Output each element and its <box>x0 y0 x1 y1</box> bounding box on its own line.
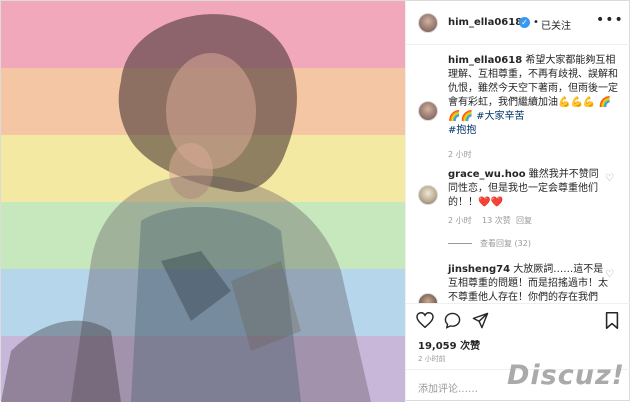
add-comment-placeholder: 添加评论…… <box>418 384 478 395</box>
view-replies-button[interactable]: 查看回复 (32) <box>448 238 531 249</box>
hashtag-link[interactable]: #大家辛苦 <box>476 111 524 122</box>
comment-like-icon[interactable]: ♡ <box>605 173 614 184</box>
header-username[interactable]: him_ella0618 <box>448 17 522 28</box>
view-replies-label: 查看回复 (32) <box>480 239 531 248</box>
view-replies-line <box>448 243 472 244</box>
more-options-icon[interactable]: ••• <box>596 12 624 28</box>
like-heart-icon[interactable] <box>416 312 434 328</box>
post-header: him_ella0618 ✓ • 已关注 ••• <box>406 1 630 45</box>
bookmark-icon[interactable] <box>605 312 619 329</box>
comment-bubble-icon[interactable] <box>444 312 461 329</box>
avatar[interactable] <box>418 13 438 33</box>
comment-avatar[interactable] <box>418 293 438 303</box>
caption-text: him_ella0618 希望大家都能夠互相理解、互相尊重，不再有歧視、誤解和仇… <box>448 54 618 138</box>
like-count[interactable]: 19,059 次赞 <box>418 337 480 352</box>
post-photo[interactable] <box>1 1 405 402</box>
comment-likes[interactable]: 13 次赞 <box>482 215 511 226</box>
comment-username[interactable]: jinsheng74 <box>448 264 510 275</box>
verified-badge-icon: ✓ <box>519 17 530 28</box>
comment-reply-button[interactable]: 回复 <box>516 215 532 226</box>
comment-text: grace_wu.hoo 雖然我并不赞同同性恋，但是我也一定会尊重他们的！！❤️… <box>448 168 608 210</box>
share-paper-plane-icon[interactable] <box>472 312 489 329</box>
caption-time: 2 小时 <box>448 150 472 159</box>
comments-list[interactable]: him_ella0618 希望大家都能夠互相理解、互相尊重，不再有歧視、誤解和仇… <box>406 45 630 303</box>
follow-button[interactable]: 已关注 <box>541 17 571 32</box>
comment-text: jinsheng74 大放厥詞……這不是互相尊重的問題！而是招搖過市！太不尊重他… <box>448 263 608 303</box>
comment-like-icon[interactable]: ♡ <box>605 269 614 280</box>
comment-avatar[interactable] <box>418 185 438 205</box>
post-side-panel: him_ella0618 ✓ • 已关注 ••• him_ella0618 希望… <box>405 1 630 402</box>
discuz-watermark: Discuz! <box>507 360 625 391</box>
comment-username[interactable]: grace_wu.hoo <box>448 169 526 180</box>
caption-avatar[interactable] <box>418 101 438 121</box>
instagram-post: him_ella0618 ✓ • 已关注 ••• him_ella0618 希望… <box>0 0 630 402</box>
caption-username[interactable]: him_ella0618 <box>448 55 522 66</box>
follow-dot: • <box>533 17 539 28</box>
hashtag-link[interactable]: #抱抱 <box>448 125 476 136</box>
comment-time: 2 小时 <box>448 216 472 225</box>
person-silhouette <box>1 14 371 402</box>
posted-time: 2 小时前 <box>418 355 446 363</box>
